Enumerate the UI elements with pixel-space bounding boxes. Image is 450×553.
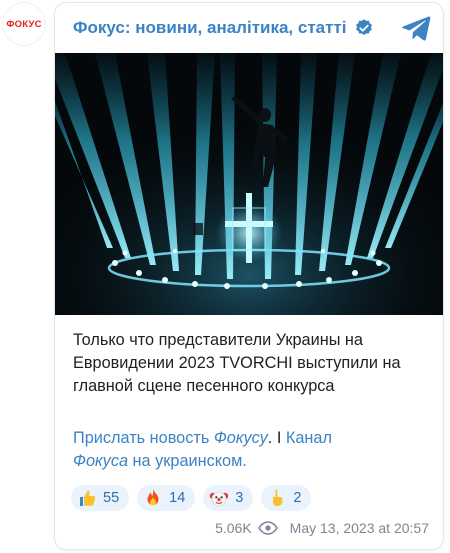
clown-face-icon — [209, 488, 229, 508]
reaction-count: 55 — [103, 490, 120, 506]
post-meta: 5.06K May 13, 2023 at 20:57 — [215, 520, 429, 536]
message-card: Фокус: новини, аналітика, статті Только … — [54, 2, 444, 550]
reaction-count: 2 — [293, 490, 302, 506]
channel-avatar[interactable]: ФОКУС — [2, 2, 46, 46]
view-count: 5.06K — [215, 520, 252, 536]
verified-badge-icon — [355, 19, 372, 36]
eye-icon — [257, 521, 278, 535]
fire-icon — [143, 488, 163, 508]
post-timestamp: May 13, 2023 at 20:57 — [289, 520, 429, 536]
send-news-link[interactable]: Прислать новость Фокусу — [73, 429, 268, 447]
reaction-count: 14 — [169, 490, 186, 506]
message-header: Фокус: новини, аналітика, статті — [73, 11, 431, 45]
reaction-count: 3 — [235, 490, 244, 506]
reactions-bar: 55 14 3 2 — [71, 485, 312, 511]
avatar-logo-text: ФОКУС — [6, 18, 42, 30]
channel-name[interactable]: Фокус: новини, аналітика, статті — [73, 18, 347, 38]
hand-pointing-icon — [267, 488, 287, 508]
post-text: Только что представители Украины на Евро… — [73, 331, 401, 395]
thumbs-up-icon — [77, 488, 97, 508]
reaction-hand-pointing[interactable]: 2 — [261, 485, 312, 511]
stage-performance-image — [55, 53, 443, 315]
reaction-clown[interactable]: 3 — [203, 485, 254, 511]
reaction-thumbs-up[interactable]: 55 — [71, 485, 130, 511]
telegram-share-icon[interactable] — [401, 15, 431, 41]
post-links: Прислать новость Фокусу. I Канал Фокуса н… — [73, 427, 433, 473]
reaction-fire[interactable]: 14 — [137, 485, 196, 511]
link-separator: I — [272, 429, 286, 447]
post-photo[interactable] — [55, 53, 443, 315]
